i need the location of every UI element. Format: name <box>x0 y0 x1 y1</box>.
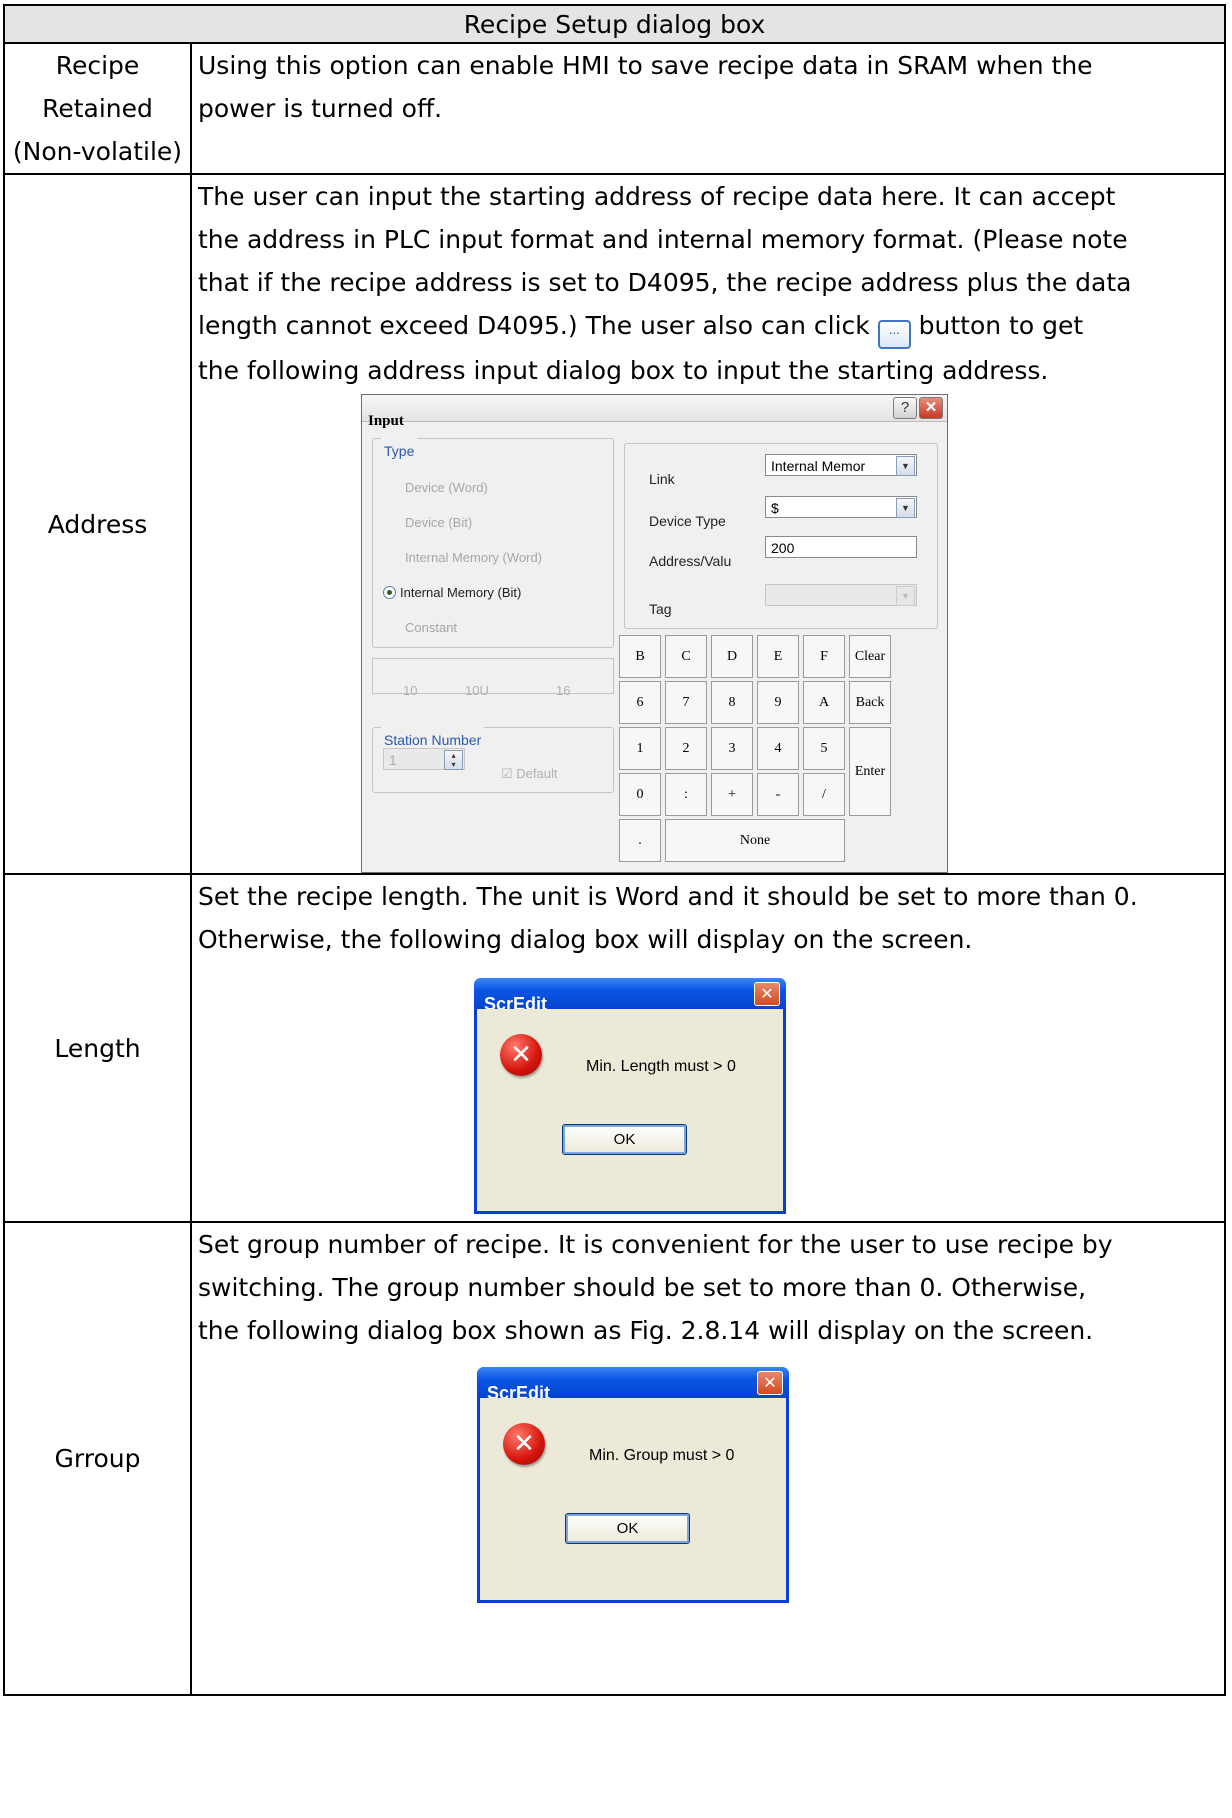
help-icon[interactable]: ? <box>893 397 917 419</box>
group-error-message: Min. Group must > 0 <box>589 1447 735 1464</box>
key-minus[interactable]: - <box>757 773 799 816</box>
key-c[interactable]: C <box>665 635 707 678</box>
input-dialog-titlebar: Input ? ✕ <box>362 395 947 429</box>
station-number-stepper: 1 ▴ ▾ <box>383 748 465 770</box>
length-error-dialog: ScrEdit ✕ ✕ Min. Length must > 0 OK <box>474 978 786 1214</box>
stepper-arrows-icon: ▴ ▾ <box>444 750 463 770</box>
key-none[interactable]: None <box>665 819 845 862</box>
key-f[interactable]: F <box>803 635 845 678</box>
label-line: (Non-volatile) <box>12 137 183 166</box>
group-dialog-body: ✕ Min. Group must > 0 OK <box>480 1398 786 1600</box>
desc-line: switching. The group number should be se… <box>198 1273 1087 1302</box>
error-icon: ✕ <box>500 1034 542 1076</box>
default-checkbox: ☑ Default <box>501 766 558 781</box>
device-type-select[interactable]: $ ▼ <box>765 496 917 518</box>
option-label: Internal Memory (Bit) <box>400 585 522 600</box>
key-7[interactable]: 7 <box>665 681 707 724</box>
link-label: Link <box>649 471 675 487</box>
radio-selected-icon <box>383 586 396 599</box>
desc-line: the address in PLC input format and inte… <box>198 225 1128 254</box>
length-error-message: Min. Length must > 0 <box>586 1058 736 1075</box>
radix-10u: 10U <box>465 683 489 698</box>
desc-line: Set the recipe length. The unit is Word … <box>198 882 1138 911</box>
desc-address: The user can input the starting address … <box>190 173 1226 875</box>
desc-line: length cannot exceed D4095.) The user al… <box>198 304 1224 349</box>
radix-group: 10 10U 16 <box>372 658 614 698</box>
default-label: Default <box>516 766 558 781</box>
desc-line: The user can input the starting address … <box>198 182 1116 211</box>
station-value: 1 <box>389 752 397 768</box>
ok-button[interactable]: OK <box>562 1124 687 1155</box>
link-group: Link Internal Memor ▼ Device Type $ ▼ Addr… <box>624 443 938 629</box>
desc-line: Set group number of recipe. It is conven… <box>198 1230 1113 1259</box>
device-type-value: $ <box>771 500 779 516</box>
address-label: Address/Valu <box>649 553 732 569</box>
close-icon[interactable]: ✕ <box>754 982 780 1006</box>
key-a[interactable]: A <box>803 681 845 724</box>
key-6[interactable]: 6 <box>619 681 661 724</box>
desc-fragment: length cannot exceed D4095.) The user al… <box>198 311 870 340</box>
label-length: Length <box>3 873 192 1223</box>
key-colon[interactable]: : <box>665 773 707 816</box>
browse-button-icon[interactable]: … <box>877 320 911 349</box>
key-4[interactable]: 4 <box>757 727 799 770</box>
key-e[interactable]: E <box>757 635 799 678</box>
desc-line: that if the recipe address is set to D40… <box>198 268 1132 297</box>
label-recipe-retained: Recipe Retained (Non-volatile) <box>3 42 192 175</box>
desc-fragment: button to get <box>918 311 1084 340</box>
key-8[interactable]: 8 <box>711 681 753 724</box>
key-1[interactable]: 1 <box>619 727 661 770</box>
desc-line: the following dialog box shown as Fig. 2… <box>198 1316 1094 1345</box>
desc-line: Otherwise, the following dialog box will… <box>198 925 973 954</box>
key-dot[interactable]: . <box>619 819 661 862</box>
key-5[interactable]: 5 <box>803 727 845 770</box>
recipe-setup-table: Recipe Setup dialog box Recipe Retained … <box>3 4 1226 1696</box>
close-icon[interactable]: ✕ <box>919 397 943 419</box>
key-3[interactable]: 3 <box>711 727 753 770</box>
desc-line: power is turned off. <box>198 94 443 123</box>
label-line: Retained <box>42 94 153 123</box>
tag-label: Tag <box>649 601 672 617</box>
desc-line: the following address input dialog box t… <box>198 356 1049 385</box>
key-plus[interactable]: + <box>711 773 753 816</box>
chevron-down-icon: ▼ <box>896 498 915 518</box>
table-title: Recipe Setup dialog box <box>3 4 1226 44</box>
desc-line: Using this option can enable HMI to save… <box>198 51 1093 80</box>
key-b[interactable]: B <box>619 635 661 678</box>
key-back[interactable]: Back <box>849 681 891 724</box>
address-input[interactable]: 200 <box>765 536 917 558</box>
label-line: Recipe <box>55 51 140 80</box>
type-group: Type Device (Word) Device (Bit) Internal… <box>372 430 614 648</box>
key-slash[interactable]: / <box>803 773 845 816</box>
radix-16: 16 <box>556 683 571 698</box>
key-clear[interactable]: Clear <box>849 635 891 678</box>
length-dialog-titlebar: ScrEdit ✕ <box>474 978 786 1014</box>
tag-select: ▼ <box>765 584 917 606</box>
link-value: Internal Memor <box>771 458 866 474</box>
key-0[interactable]: 0 <box>619 773 661 816</box>
label-address: Address <box>3 173 192 875</box>
input-dialog: Input ? ✕ Type Device (Word) Device (Bit… <box>361 394 948 873</box>
link-select[interactable]: Internal Memor ▼ <box>765 454 917 476</box>
radix-10: 10 <box>403 683 418 698</box>
option-constant: Constant <box>405 620 458 635</box>
desc-group: Set group number of recipe. It is conven… <box>190 1221 1226 1696</box>
key-d[interactable]: D <box>711 635 753 678</box>
station-group: Station Number 1 ▴ ▾ ☑ Default <box>372 719 614 793</box>
chevron-down-icon: ▼ <box>896 586 915 606</box>
label-group: Grroup <box>3 1221 192 1696</box>
key-2[interactable]: 2 <box>665 727 707 770</box>
group-dialog-titlebar: ScrEdit ✕ <box>477 1367 789 1403</box>
close-icon[interactable]: ✕ <box>757 1371 783 1395</box>
desc-recipe-retained: Using this option can enable HMI to save… <box>190 42 1226 175</box>
device-type-label: Device Type <box>649 513 726 529</box>
chevron-down-icon: ▼ <box>896 456 915 476</box>
desc-length: Set the recipe length. The unit is Word … <box>190 873 1226 1223</box>
group-error-dialog: ScrEdit ✕ ✕ Min. Group must > 0 OK <box>477 1367 789 1603</box>
key-enter[interactable]: Enter <box>849 727 891 816</box>
error-icon: ✕ <box>503 1423 545 1465</box>
key-9[interactable]: 9 <box>757 681 799 724</box>
length-dialog-body: ✕ Min. Length must > 0 OK <box>477 1009 783 1211</box>
ok-button[interactable]: OK <box>565 1513 690 1544</box>
